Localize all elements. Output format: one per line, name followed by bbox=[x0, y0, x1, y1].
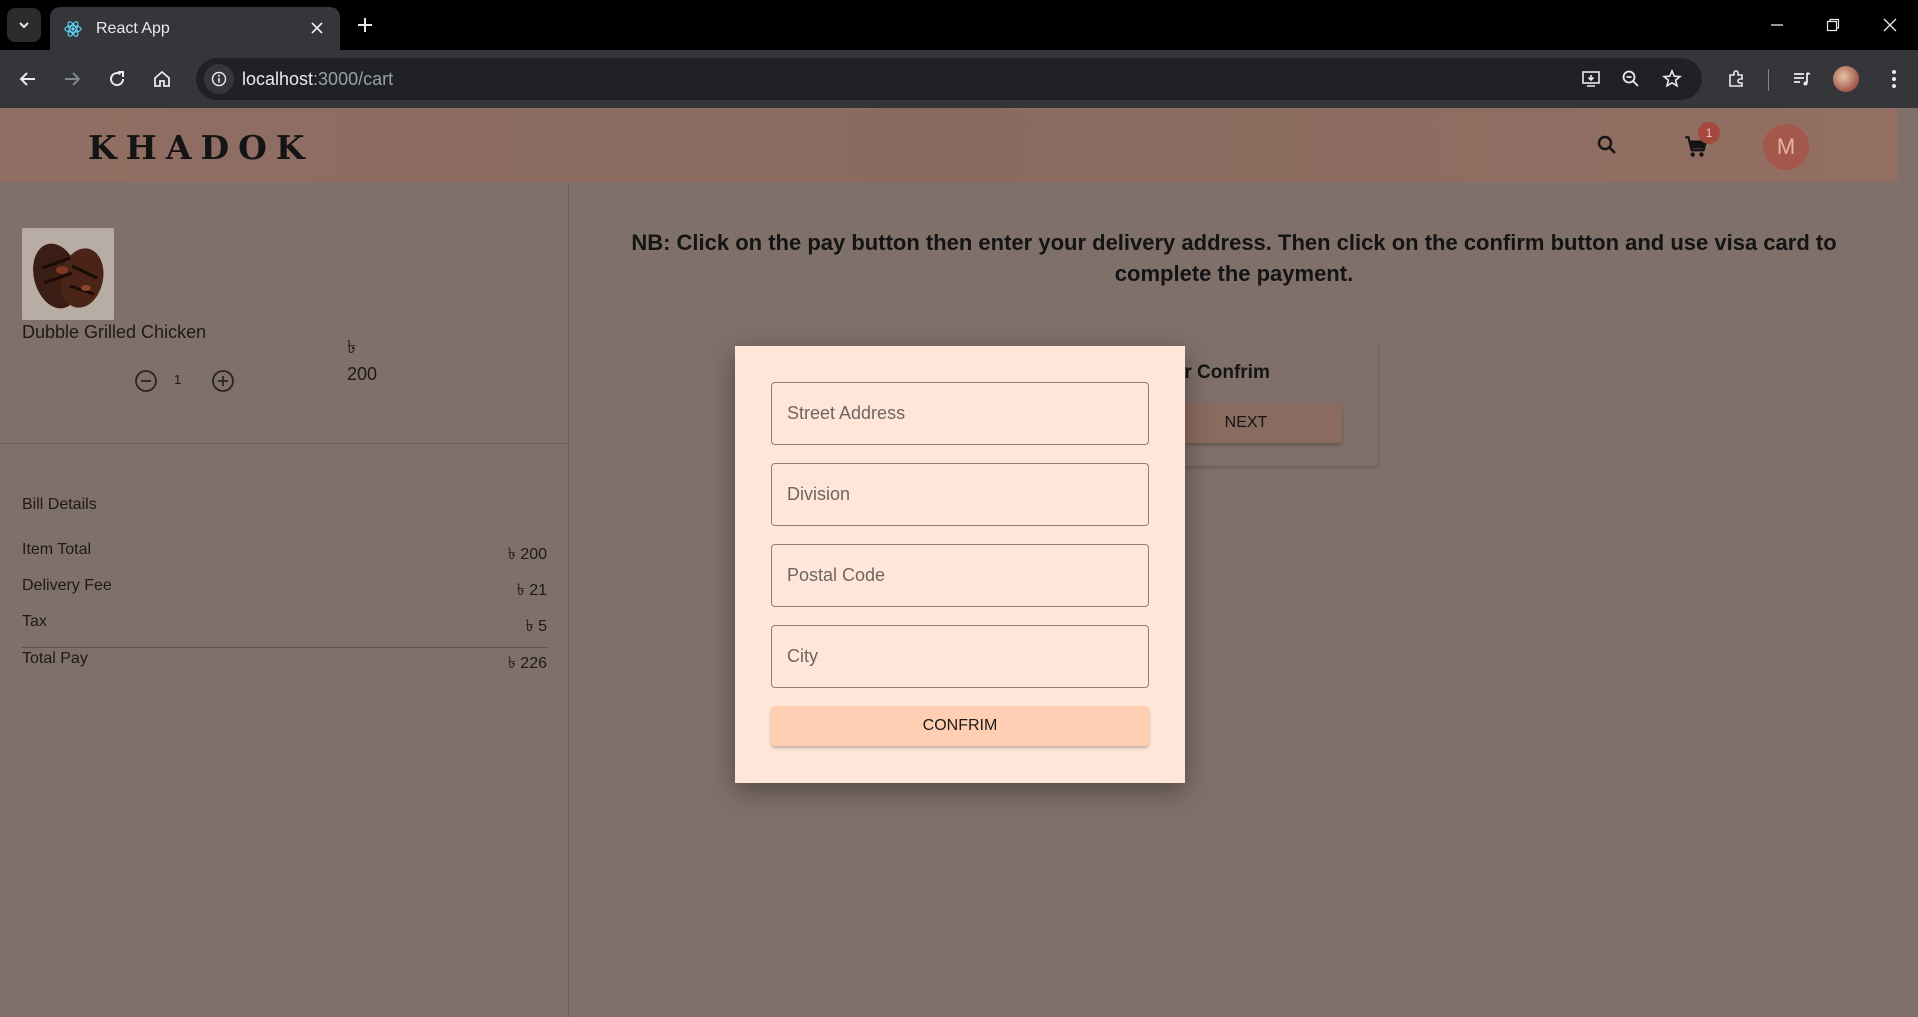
cart-count-badge: 1 bbox=[1698, 122, 1720, 144]
postal-code-field[interactable] bbox=[771, 544, 1149, 607]
bill-details-title: Bill Details bbox=[22, 496, 97, 513]
media-control-icon[interactable] bbox=[1786, 63, 1818, 95]
page: KHADOK 1 M Dubble Grilled Chicken ৳ 200 … bbox=[0, 108, 1918, 1017]
decrease-quantity-icon[interactable] bbox=[133, 368, 159, 394]
bookmark-star-icon[interactable] bbox=[1659, 66, 1685, 92]
division-input[interactable] bbox=[772, 464, 1148, 525]
item-currency: ৳ bbox=[347, 337, 356, 357]
bill-label: Tax bbox=[22, 613, 47, 630]
minimize-icon[interactable] bbox=[1764, 12, 1790, 38]
react-icon bbox=[64, 20, 82, 37]
toolbar-separator bbox=[1768, 69, 1769, 91]
chevron-down-icon bbox=[19, 22, 29, 29]
tab-close-icon[interactable] bbox=[306, 17, 328, 39]
street-address-field[interactable] bbox=[771, 382, 1149, 445]
bill-row-tax: Tax ৳ 5 bbox=[22, 613, 547, 640]
bill-label: Total Pay bbox=[22, 650, 88, 667]
bill-row-total-pay: Total Pay ৳ 226 bbox=[22, 650, 547, 677]
bill-value: ৳ 200 bbox=[507, 546, 547, 563]
bill-value: ৳ 5 bbox=[525, 618, 547, 635]
close-window-icon[interactable] bbox=[1877, 12, 1903, 38]
city-input[interactable] bbox=[772, 626, 1148, 687]
tab-search-button[interactable] bbox=[7, 8, 41, 42]
zoom-icon[interactable] bbox=[1618, 66, 1644, 92]
url-host: localhost bbox=[242, 69, 314, 89]
payment-notice: NB: Click on the pay button then enter y… bbox=[631, 230, 1837, 286]
tab-title: React App bbox=[96, 19, 170, 37]
item-name: Dubble Grilled Chicken bbox=[22, 322, 207, 342]
install-app-icon[interactable] bbox=[1578, 66, 1604, 92]
address-bar[interactable]: localhost:3000/cart bbox=[196, 58, 1702, 100]
site-logo[interactable]: KHADOK bbox=[88, 128, 314, 167]
item-price: 200 bbox=[347, 364, 378, 384]
extensions-icon[interactable] bbox=[1720, 63, 1752, 95]
reload-icon[interactable] bbox=[101, 63, 133, 95]
home-icon[interactable] bbox=[146, 63, 178, 95]
bill-row-delivery-fee: Delivery Fee ৳ 21 bbox=[22, 577, 547, 604]
browser-tab[interactable]: React App bbox=[50, 7, 340, 50]
quantity-value: 1 bbox=[174, 372, 182, 387]
confirm-button[interactable]: CONFRIM bbox=[771, 706, 1149, 746]
bill-label: Item Total bbox=[22, 541, 92, 558]
browser-tab-bar: React App bbox=[0, 0, 1918, 50]
street-address-input[interactable] bbox=[772, 383, 1148, 444]
profile-picture bbox=[1833, 66, 1859, 92]
bill-value: ৳ 21 bbox=[516, 582, 547, 599]
back-icon[interactable] bbox=[12, 63, 44, 95]
increase-quantity-icon[interactable] bbox=[210, 368, 236, 394]
division-field[interactable] bbox=[771, 463, 1149, 526]
cart-divider bbox=[0, 443, 569, 444]
bill-label: Delivery Fee bbox=[22, 577, 112, 594]
browser-toolbar: localhost:3000/cart bbox=[0, 50, 1918, 108]
url-path: :3000/cart bbox=[313, 69, 394, 89]
city-field[interactable] bbox=[771, 625, 1149, 688]
address-modal: CONFRIM bbox=[735, 346, 1185, 783]
postal-code-input[interactable] bbox=[772, 545, 1148, 606]
new-tab-icon[interactable] bbox=[352, 12, 378, 38]
chrome-menu-icon[interactable] bbox=[1878, 63, 1910, 95]
food-image bbox=[22, 228, 114, 320]
search-icon[interactable] bbox=[1590, 128, 1624, 162]
site-header: KHADOK 1 M bbox=[0, 108, 1898, 182]
site-info-icon[interactable] bbox=[204, 64, 234, 94]
bill-value: ৳ 226 bbox=[507, 655, 547, 672]
forward-icon[interactable] bbox=[56, 63, 88, 95]
profile-icon[interactable] bbox=[1830, 63, 1862, 95]
url-text: localhost:3000/cart bbox=[242, 69, 393, 90]
user-avatar[interactable]: M bbox=[1763, 124, 1809, 170]
bill-total-separator bbox=[22, 647, 547, 648]
bill-row-item-total: Item Total ৳ 200 bbox=[22, 541, 547, 568]
restore-icon[interactable] bbox=[1820, 12, 1846, 38]
